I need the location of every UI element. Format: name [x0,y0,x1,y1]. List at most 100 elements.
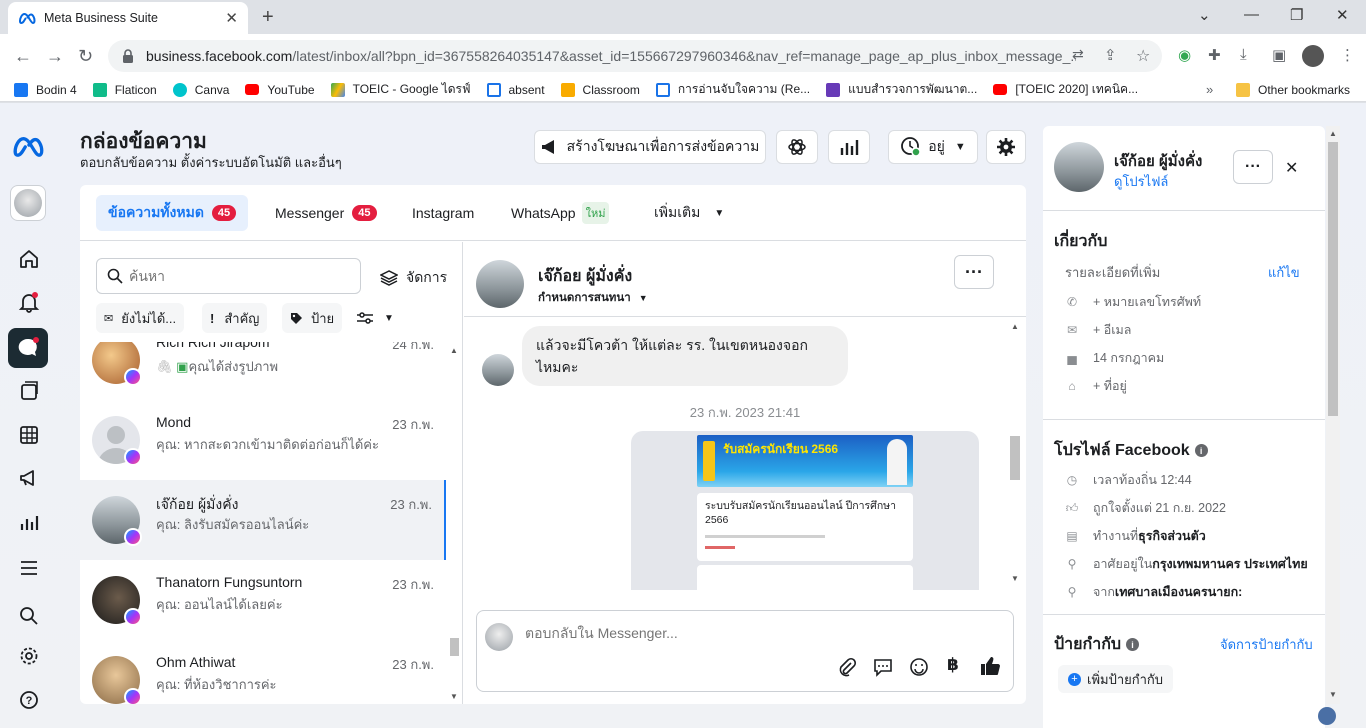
conversation-item-selected[interactable]: เจ๊ก้อย ผู้มั่งคั่ง คุณ: ลิงรับสมัครออนไ… [80,480,446,560]
globe-icon[interactable] [1318,707,1336,725]
close-window-icon[interactable]: ✕ [1336,6,1349,24]
thread-scrollbar[interactable]: ▲ ▼ [1008,318,1022,590]
notifications-bell-icon[interactable] [16,289,42,315]
create-ad-button[interactable]: สร้างโฆษณาเพื่อการส่งข้อความ [534,130,766,164]
availability-status-button[interactable]: อยู่ ▼ [888,130,978,164]
shared-link-card[interactable]: รับสมัครนักเรียน 2566 ระบบรับสมัครนักเรี… [631,431,979,590]
scrollbar-thumb[interactable] [1328,142,1338,416]
inbox-insights-button[interactable] [828,130,870,164]
search-icon[interactable] [16,603,42,629]
address-bar[interactable]: business.facebook.com/latest/inbox/all?b… [108,40,1162,72]
browser-menu-icon[interactable]: ⋮ [1340,46,1355,64]
tab-messenger[interactable]: Messenger 45 [263,195,389,231]
message-composer[interactable]: ฿ [476,610,1014,692]
search-box[interactable] [96,258,361,294]
back-icon[interactable]: ← [14,46,32,67]
bookmark-item[interactable]: YouTube [245,83,315,97]
ads-megaphone-icon[interactable] [16,465,42,491]
extension-icon[interactable]: ◉ [1178,46,1191,64]
scrollbar-thumb[interactable] [450,638,459,656]
assign-conversation-dropdown[interactable]: กำหนดการสนทนา ▼ [538,289,648,307]
automations-button[interactable] [776,130,818,164]
browser-tab[interactable]: Meta Business Suite ✕ [8,2,248,34]
reply-input[interactable] [525,625,925,641]
insights-chart-icon[interactable] [16,510,42,536]
conversation-item[interactable]: Thanatorn Fungsuntorn คุณ: ออนไลน์ได้เลย… [80,560,446,640]
scroll-up-icon[interactable]: ▲ [1011,322,1019,331]
close-panel-icon[interactable]: ✕ [1285,158,1298,178]
new-tab-icon[interactable]: + [262,6,274,29]
add-phone-row[interactable]: ✆ + หมายเลขโทรศัพท์ [1065,292,1201,312]
scroll-up-icon[interactable]: ▲ [450,346,458,355]
filter-options-button[interactable]: ▼ [348,303,402,333]
edit-details-link[interactable]: แก้ไข [1268,262,1300,283]
profile-more-options-button[interactable]: ··· [1233,150,1273,184]
download-icon[interactable]: ⤓ [1240,46,1247,63]
search-input[interactable] [129,268,349,284]
tab-whatsapp[interactable]: WhatsApp ใหม่ [499,195,621,231]
page-scrollbar[interactable]: ▲ ▼ [1326,126,1340,704]
reload-icon[interactable]: ↻ [78,46,93,67]
bookmark-item[interactable]: TOEIC - Google ไดรฟ์ [330,80,471,99]
add-address-row[interactable]: ⌂ + ที่อยู่ [1065,376,1126,396]
more-bookmarks-icon[interactable]: » [1206,82,1213,97]
maximize-icon[interactable]: ❐ [1290,6,1303,24]
scroll-down-icon[interactable]: ▼ [450,692,458,701]
info-icon[interactable]: i [1194,444,1208,457]
emoji-icon[interactable] [909,657,929,677]
bookmark-item[interactable]: Canva [172,82,229,97]
bookmark-item[interactable]: absent [486,82,545,97]
saved-replies-icon[interactable] [873,657,893,677]
help-icon[interactable]: ? [16,687,42,713]
conversation-item[interactable]: Ohm Athiwat คุณ: ที่ห้องวิชาการค่ะ 23 ก.… [80,640,446,704]
tab-more[interactable]: เพิ่มเติม ▼ [642,195,736,231]
home-icon[interactable] [16,246,42,272]
add-email-row[interactable]: ✉ + อีเมล [1065,320,1131,340]
bookmark-item[interactable]: Flaticon [92,82,157,97]
contact-avatar[interactable] [1054,142,1104,192]
chat-more-options-button[interactable]: ··· [954,255,994,289]
bookmark-item[interactable]: Bodin 4 [14,82,77,97]
meta-logo-icon[interactable] [11,133,45,159]
manage-button[interactable]: จัดการ [380,267,447,289]
bookmark-item[interactable]: [TOEIC 2020] เทคนิค... [993,80,1138,99]
tab-all-messages[interactable]: ข้อความทั้งหมด 45 [96,195,249,231]
thumbs-up-icon[interactable] [979,655,1001,677]
conversation-item[interactable]: Rich Rich Jirapom 🖇 ▣คุณได้ส่งรูปภาพ 24 … [80,342,446,400]
side-panel-icon[interactable]: ▣ [1272,46,1286,64]
scroll-up-icon[interactable]: ▲ [1329,129,1337,138]
scrollbar-thumb[interactable] [1010,436,1020,480]
share-icon[interactable]: ⇪ [1104,46,1117,64]
contact-name[interactable]: เจ๊ก้อย ผู้มั่งคั่ง [538,264,632,289]
bookmark-star-icon[interactable]: ☆ [1136,46,1150,66]
other-bookmarks[interactable]: Other bookmarks [1236,83,1350,97]
add-label-button[interactable]: + เพิ่มป้ายกำกับ [1058,665,1174,693]
filter-unread-chip[interactable]: ✉ ยังไม่ได้... [96,303,185,333]
settings-gear-icon[interactable] [16,643,42,669]
contact-avatar[interactable] [476,260,524,308]
forward-icon[interactable]: → [46,46,64,67]
bookmark-item[interactable]: การอ่านจับใจความ (Re... [655,80,810,99]
view-profile-link[interactable]: ดูโปรไฟล์ [1114,171,1168,192]
scroll-down-icon[interactable]: ▼ [1011,574,1019,583]
bookmark-item[interactable]: แบบสำรวจการพัฒนาต... [826,80,977,99]
posts-stories-icon[interactable] [16,379,42,405]
info-icon[interactable]: i [1126,638,1140,651]
extensions-puzzle-icon[interactable]: ✚ [1208,46,1221,64]
profile-avatar[interactable] [1302,45,1324,67]
payment-baht-icon[interactable]: ฿ [947,655,959,675]
attachment-paperclip-icon[interactable] [837,657,857,677]
all-tools-menu-icon[interactable] [16,555,42,581]
inbox-settings-button[interactable] [986,130,1026,164]
scroll-down-icon[interactable]: ▼ [1329,690,1337,699]
manage-labels-link[interactable]: จัดการป้ายกำกับ [1220,634,1313,655]
inbox-chat-icon[interactable] [8,328,48,368]
tab-instagram[interactable]: Instagram [400,195,486,231]
conversation-item[interactable]: Mond คุณ: หากสะดวกเข้ามาติดต่อก่อนก็ได้ค… [80,400,446,480]
bookmark-item[interactable]: Classroom [560,82,640,97]
minimize-icon[interactable]: — [1244,6,1259,23]
close-tab-icon[interactable]: ✕ [225,9,238,27]
translate-icon[interactable]: ⇄ [1072,46,1084,63]
planner-table-icon[interactable] [16,422,42,448]
filter-label-chip[interactable]: ป้าย [282,303,343,333]
